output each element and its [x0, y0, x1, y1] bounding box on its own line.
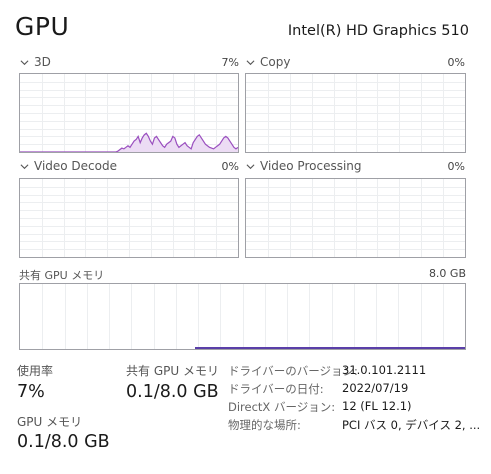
graph-3d-svg [20, 74, 238, 152]
engine-graph-copy [245, 73, 466, 153]
driver-version-label: ドライバーのバージョン: [228, 364, 358, 378]
gpu-memory-label: GPU メモリ [17, 415, 83, 429]
engine-label: Video Processing [260, 159, 362, 173]
engine-label: 3D [34, 55, 51, 69]
usage-label: 使用率 [17, 364, 54, 378]
page-title: GPU [15, 12, 70, 41]
directx-version-value: 12 (FL 12.1) [342, 399, 412, 413]
engine-selector-copy[interactable]: Copy [246, 55, 290, 69]
shared-memory-graph-svg [42, 284, 465, 349]
shared-memory-label: 共有 GPU メモリ [126, 364, 219, 378]
physical-location-value: PCI バス 0, デバイス 2, ... [342, 418, 481, 432]
chevron-down-icon [20, 59, 29, 65]
chevron-down-icon [20, 163, 29, 169]
chevron-down-icon [246, 163, 255, 169]
engine-percent: 0% [447, 160, 465, 173]
shared-memory-value: 0.1/8.0 GB [126, 382, 219, 402]
gpu-device-name: Intel(R) HD Graphics 510 [287, 23, 469, 39]
engine-label: Copy [260, 55, 291, 69]
graph-video-processing-svg [246, 179, 465, 257]
engine-percent: 0% [447, 56, 465, 69]
gpu-memory-value: 0.1/8.0 GB [17, 432, 110, 452]
engine-graph-3d [19, 73, 239, 153]
engine-graph-video-decode [19, 178, 239, 258]
driver-version-value: 31.0.101.2111 [342, 363, 427, 377]
directx-version-label: DirectX バージョン: [228, 400, 336, 414]
shared-memory-graph [19, 283, 466, 350]
engine-percent: 7% [221, 56, 239, 69]
engine-selector-video-decode[interactable]: Video Decode [20, 159, 117, 173]
physical-location-label: 物理的な場所: [228, 418, 301, 432]
chevron-down-icon [246, 59, 255, 65]
engine-percent: 0% [221, 160, 239, 173]
engine-selector-3d[interactable]: 3D [20, 55, 51, 69]
engine-selector-video-processing[interactable]: Video Processing [246, 159, 362, 173]
driver-date-label: ドライバーの日付: [228, 382, 324, 396]
engine-graph-video-processing [245, 178, 466, 258]
usage-value: 7% [17, 382, 45, 402]
shared-memory-graph-max: 8.0 GB [428, 267, 466, 280]
engine-label: Video Decode [34, 159, 117, 173]
graph-copy-svg [246, 74, 465, 152]
graph-video-decode-svg [20, 179, 238, 257]
shared-memory-graph-label: 共有 GPU メモリ [19, 269, 105, 282]
driver-date-value: 2022/07/19 [342, 381, 409, 395]
